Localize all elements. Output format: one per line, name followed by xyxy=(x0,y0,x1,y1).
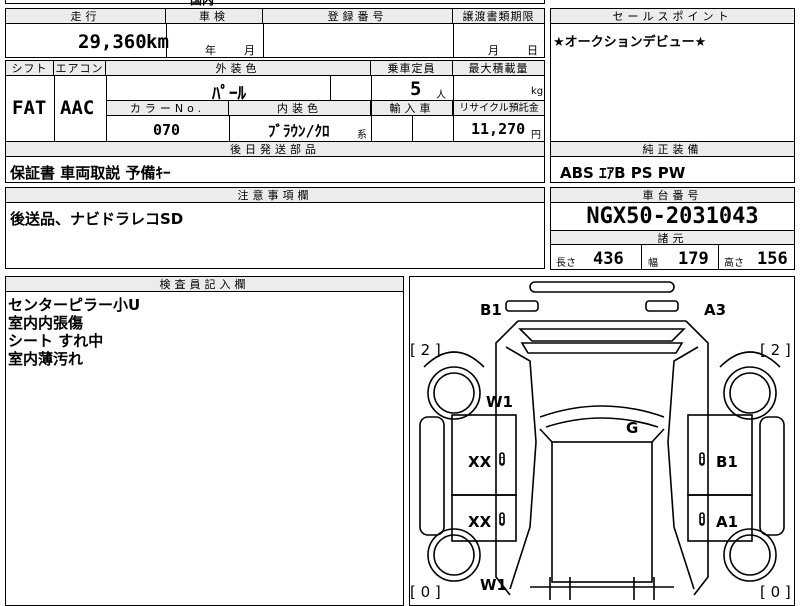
windshield xyxy=(518,328,686,342)
top-cut-text: 国内 xyxy=(190,0,215,7)
inspector-header: 検査員記入欄 xyxy=(6,277,403,292)
tire-front-left xyxy=(427,366,481,420)
color-no-value: 070 xyxy=(153,121,181,139)
inspection-year-unit: 年 xyxy=(205,44,216,57)
factory-equipment-text: ABS ｴｱB PS PW xyxy=(560,164,686,182)
deadline-day-unit: 日 xyxy=(527,44,538,57)
width-value: 179 xyxy=(678,249,709,269)
divider xyxy=(54,76,55,142)
height-value: 156 xyxy=(757,249,788,269)
inspector-line: 室内薄汚れ xyxy=(8,350,84,368)
divider xyxy=(330,76,331,100)
interior-color-header: 内装色 xyxy=(229,101,371,116)
inspection-header: 車検 xyxy=(166,9,263,24)
sales-point-header: セールスポイント xyxy=(551,9,794,24)
capacity-unit: 人 xyxy=(436,90,446,101)
door-mark: 0 xyxy=(699,516,705,527)
aircon-header: エアコン xyxy=(54,61,106,76)
exterior-color-header: 外装色 xyxy=(106,61,371,76)
divider xyxy=(453,24,454,58)
factory-equipment-header: 純正装備 xyxy=(551,142,794,157)
divider xyxy=(718,245,719,270)
shift-header: シフト xyxy=(6,61,54,76)
top-cut-row xyxy=(5,0,545,4)
mark-xx-lower: XX xyxy=(468,513,492,531)
recycle-value: 11,270 xyxy=(471,120,526,138)
mileage-header: 走行 xyxy=(6,9,166,24)
mark-b1-top: B1 xyxy=(480,301,502,319)
capacity-value: 5 xyxy=(410,78,422,100)
notes-header: 注意事項欄 xyxy=(6,188,544,203)
width-label: 幅 xyxy=(648,258,658,269)
capacity-header: 乗車定員 xyxy=(371,61,453,76)
roof-bar xyxy=(529,281,675,293)
height-label: 高さ xyxy=(724,258,744,269)
chassis-header: 車台番号 xyxy=(551,188,794,203)
import-header: 輸入車 xyxy=(372,101,453,116)
mark-xx-upper: XX xyxy=(468,453,492,471)
mark-tire-rl: [ 0 ] xyxy=(410,583,441,600)
registration-header: 登録番号 xyxy=(263,9,453,24)
divider xyxy=(641,245,642,270)
transfer-deadline-header: 譲渡書類期限 xyxy=(453,9,544,24)
dimensions-header: 諸元 xyxy=(551,230,794,245)
later-parts-header: 後日発送部品 xyxy=(6,142,544,157)
divider xyxy=(263,24,264,58)
divider xyxy=(412,116,413,142)
length-value: 436 xyxy=(593,249,624,269)
recycle-unit: 円 xyxy=(531,130,541,141)
hood xyxy=(539,405,665,418)
mark-g-center: G xyxy=(626,419,638,437)
mark-b1-right: B1 xyxy=(716,453,738,471)
color-no-header: カラーNo. xyxy=(107,101,229,116)
notes-text: 後送品、ナビドラレコSD xyxy=(10,210,184,228)
car-diagram: B1 A3 [ 2 ] [ 2 ] W1 G XX B1 XX A1 W1 [ … xyxy=(410,281,791,600)
interior-color-value: ﾌﾞﾗｳﾝ/ｸﾛ xyxy=(268,122,330,140)
mirror-right xyxy=(645,300,679,312)
tire-rear-left xyxy=(427,528,481,582)
mileage-value: 29,360 xyxy=(78,31,147,53)
max-load-unit: kg xyxy=(531,86,544,97)
later-parts-text: 保証書 車両取説 予備ｷｰ xyxy=(10,164,171,182)
mark-tire-fr: [ 2 ] xyxy=(760,341,791,359)
roof-panel xyxy=(551,441,653,583)
aircon-value: AAC xyxy=(60,97,95,119)
max-load-header: 最大積載量 xyxy=(453,61,544,76)
mark-w1-bottom: W1 xyxy=(480,576,507,594)
inspection-month-unit: 月 xyxy=(244,44,255,57)
shift-value: FAT xyxy=(12,97,47,119)
tire-front-right xyxy=(723,366,777,420)
door-mark: 0 xyxy=(499,456,505,467)
door-mark: 0 xyxy=(699,456,705,467)
mark-tire-fl: [ 2 ] xyxy=(410,341,441,359)
sales-point-text: ★オークションデビュー★ xyxy=(553,35,707,50)
door-mark: 0 xyxy=(499,516,505,527)
deadline-month-unit: 月 xyxy=(488,44,499,57)
interior-color-unit: 系 xyxy=(357,130,367,141)
mark-a3-top: A3 xyxy=(704,301,726,319)
length-label: 長さ xyxy=(556,258,576,269)
mark-w1-left: W1 xyxy=(486,393,513,411)
mark-a1-right: A1 xyxy=(716,513,738,531)
recycle-header: リサイクル預託金 xyxy=(454,101,544,116)
tire-rear-right xyxy=(723,528,777,582)
mark-tire-rr: [ 0 ] xyxy=(760,583,791,600)
mirror-left xyxy=(505,300,539,312)
divider xyxy=(229,116,230,142)
chassis-value: NGX50-2031043 xyxy=(586,204,759,229)
mileage-unit: km xyxy=(146,31,169,53)
